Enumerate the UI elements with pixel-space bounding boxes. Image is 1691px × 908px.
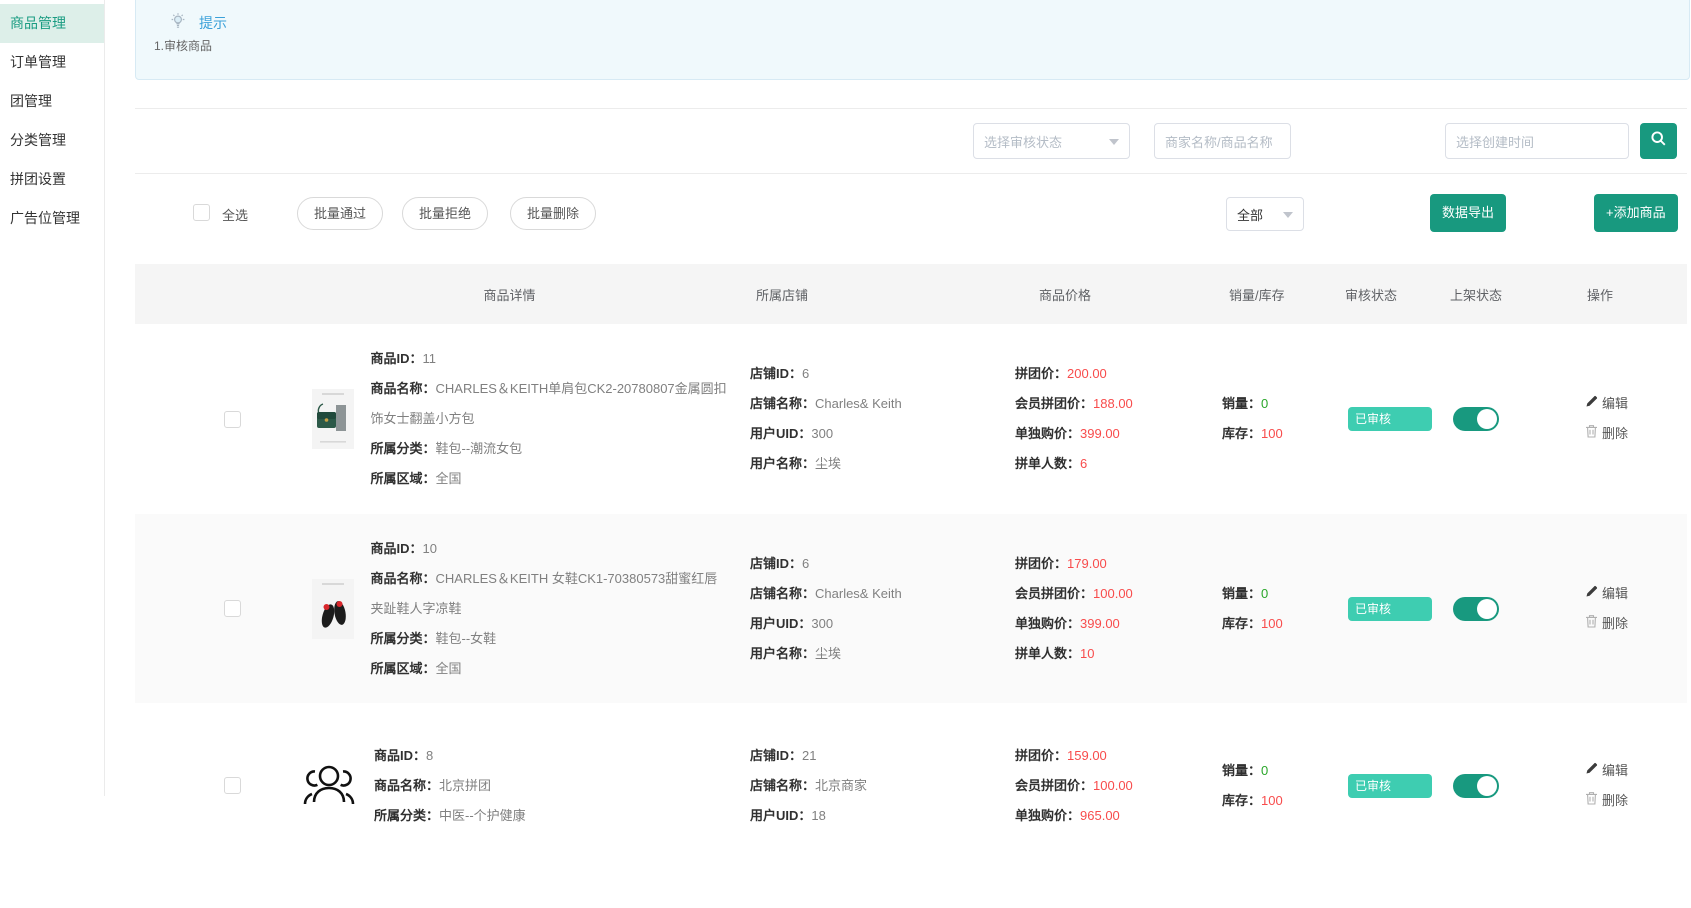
header-sales-stock: 销量/库存 bbox=[1217, 285, 1332, 304]
sales-stock-info: 销量：0 库存：100 bbox=[1217, 703, 1332, 868]
table-row: 商品ID：11 商品名称：CHARLES＆KEITH单肩包CK2-2078080… bbox=[135, 324, 1687, 514]
sidebar-item-product-management[interactable]: 商品管理 bbox=[0, 4, 104, 43]
shelf-toggle[interactable] bbox=[1453, 774, 1499, 798]
edit-button[interactable]: 编辑 bbox=[1585, 579, 1687, 609]
price-info: 拼团价：159.00 会员拼团价：100.00 单独购价：965.00 bbox=[1012, 703, 1217, 868]
chevron-down-icon bbox=[1109, 139, 1119, 145]
trash-icon bbox=[1585, 786, 1598, 816]
toggle-knob bbox=[1477, 776, 1497, 796]
tip-box: 提示 1.审核商品 bbox=[135, 0, 1690, 80]
header-shelf-status: 上架状态 bbox=[1432, 285, 1557, 304]
delete-button[interactable]: 删除 bbox=[1585, 786, 1687, 816]
header-action: 操作 bbox=[1557, 285, 1687, 304]
row-checkbox[interactable] bbox=[224, 777, 241, 794]
delete-button[interactable]: 删除 bbox=[1585, 419, 1687, 449]
group-people-icon bbox=[301, 758, 357, 814]
table-row: 商品ID：8 商品名称：北京拼团 所属分类：中医--个护健康 店铺ID：21 店… bbox=[135, 703, 1687, 868]
created-time-placeholder: 选择创建时间 bbox=[1456, 132, 1534, 151]
scope-select[interactable]: 全部 bbox=[1226, 197, 1304, 231]
audit-status-badge: 已审核 bbox=[1348, 774, 1432, 798]
row-checkbox[interactable] bbox=[224, 411, 241, 428]
batch-approve-button[interactable]: 批量通过 bbox=[297, 197, 383, 230]
product-category: 鞋包--女鞋 bbox=[436, 631, 497, 646]
product-id: 11 bbox=[423, 351, 437, 366]
product-list-card: 选择审核状态 商家名称/商品名称 选择创建时间 全选 批量通过 批量拒绝 批量删… bbox=[135, 108, 1687, 908]
search-button[interactable] bbox=[1640, 123, 1677, 159]
audit-status-placeholder: 选择审核状态 bbox=[984, 132, 1062, 151]
created-time-input[interactable]: 选择创建时间 bbox=[1445, 123, 1629, 159]
audit-status-badge: 已审核 bbox=[1348, 597, 1432, 621]
product-id: 10 bbox=[423, 541, 437, 556]
select-all-checkbox[interactable] bbox=[193, 204, 210, 221]
sidebar-item-order-management[interactable]: 订单管理 bbox=[0, 43, 104, 82]
keyword-input[interactable]: 商家名称/商品名称 bbox=[1154, 123, 1291, 159]
table-header: 商品详情 所属店铺 商品价格 销量/库存 审核状态 上架状态 操作 bbox=[135, 264, 1687, 324]
chevron-down-icon bbox=[1283, 212, 1293, 218]
header-product-detail: 商品详情 bbox=[272, 285, 747, 304]
shelf-toggle[interactable] bbox=[1453, 407, 1499, 431]
delete-button[interactable]: 删除 bbox=[1585, 609, 1687, 639]
sales-stock-info: 销量：0 库存：100 bbox=[1217, 324, 1332, 514]
product-image-sandals bbox=[312, 579, 354, 639]
filter-row: 选择审核状态 商家名称/商品名称 选择创建时间 bbox=[135, 109, 1687, 174]
header-audit-status: 审核状态 bbox=[1332, 285, 1432, 304]
edit-button[interactable]: 编辑 bbox=[1585, 756, 1687, 786]
product-category: 鞋包--潮流女包 bbox=[436, 441, 523, 456]
product-id: 8 bbox=[426, 748, 433, 763]
lightbulb-icon bbox=[169, 11, 187, 35]
export-data-button[interactable]: 数据导出 bbox=[1430, 194, 1506, 232]
trash-icon bbox=[1585, 419, 1598, 449]
select-all-label: 全选 bbox=[222, 205, 248, 224]
sidebar-item-category-management[interactable]: 分类管理 bbox=[0, 121, 104, 160]
row-checkbox[interactable] bbox=[224, 600, 241, 617]
table-row: 商品ID：10 商品名称：CHARLES＆KEITH 女鞋CK1-7038057… bbox=[135, 514, 1687, 703]
pencil-icon bbox=[1585, 389, 1598, 419]
product-image-handbag bbox=[312, 389, 354, 449]
trash-icon bbox=[1585, 609, 1598, 639]
product-info: 商品ID：10 商品名称：CHARLES＆KEITH 女鞋CK1-7038057… bbox=[371, 534, 729, 684]
price-info: 拼团价：200.00 会员拼团价：188.00 单独购价：399.00 拼单人数… bbox=[1012, 324, 1217, 514]
scope-select-value: 全部 bbox=[1237, 205, 1263, 224]
add-product-button[interactable]: +添加商品 bbox=[1594, 194, 1678, 232]
shop-info: 店铺ID：6 店铺名称：Charles& Keith 用户UID：300 用户名… bbox=[747, 324, 1012, 514]
shelf-toggle[interactable] bbox=[1453, 597, 1499, 621]
shop-info: 店铺ID：21 店铺名称：北京商家 用户UID：18 bbox=[747, 703, 1012, 868]
sidebar-item-group-management[interactable]: 团管理 bbox=[0, 82, 104, 121]
tip-line: 1.审核商品 bbox=[154, 37, 212, 54]
sidebar-item-groupbuy-settings[interactable]: 拼团设置 bbox=[0, 160, 104, 199]
sidebar: 商品管理 订单管理 团管理 分类管理 拼团设置 广告位管理 bbox=[0, 0, 105, 796]
toolbar: 全选 批量通过 批量拒绝 批量删除 全部 数据导出 +添加商品 bbox=[135, 174, 1687, 264]
product-region: 全国 bbox=[436, 661, 462, 676]
batch-reject-button[interactable]: 批量拒绝 bbox=[402, 197, 488, 230]
header-price: 商品价格 bbox=[1012, 285, 1217, 304]
keyword-placeholder: 商家名称/商品名称 bbox=[1165, 132, 1273, 151]
toggle-knob bbox=[1477, 409, 1497, 429]
audit-status-select[interactable]: 选择审核状态 bbox=[973, 123, 1130, 159]
shop-info: 店铺ID：6 店铺名称：Charles& Keith 用户UID：300 用户名… bbox=[747, 514, 1012, 703]
toggle-knob bbox=[1477, 599, 1497, 619]
product-category: 中医--个护健康 bbox=[439, 808, 526, 823]
product-name: 北京拼团 bbox=[439, 778, 491, 793]
product-info: 商品ID：8 商品名称：北京拼团 所属分类：中医--个护健康 bbox=[374, 741, 732, 831]
tip-title: 提示 bbox=[199, 13, 227, 33]
product-region: 全国 bbox=[436, 471, 462, 486]
batch-delete-button[interactable]: 批量删除 bbox=[510, 197, 596, 230]
pencil-icon bbox=[1585, 756, 1598, 786]
product-info: 商品ID：11 商品名称：CHARLES＆KEITH单肩包CK2-2078080… bbox=[371, 344, 729, 494]
edit-button[interactable]: 编辑 bbox=[1585, 389, 1687, 419]
price-info: 拼团价：179.00 会员拼团价：100.00 单独购价：399.00 拼单人数… bbox=[1012, 514, 1217, 703]
search-icon bbox=[1650, 130, 1667, 152]
pencil-icon bbox=[1585, 579, 1598, 609]
header-shop: 所属店铺 bbox=[747, 285, 1012, 304]
sales-stock-info: 销量：0 库存：100 bbox=[1217, 514, 1332, 703]
audit-status-badge: 已审核 bbox=[1348, 407, 1432, 431]
sidebar-item-ad-slot-management[interactable]: 广告位管理 bbox=[0, 199, 104, 238]
